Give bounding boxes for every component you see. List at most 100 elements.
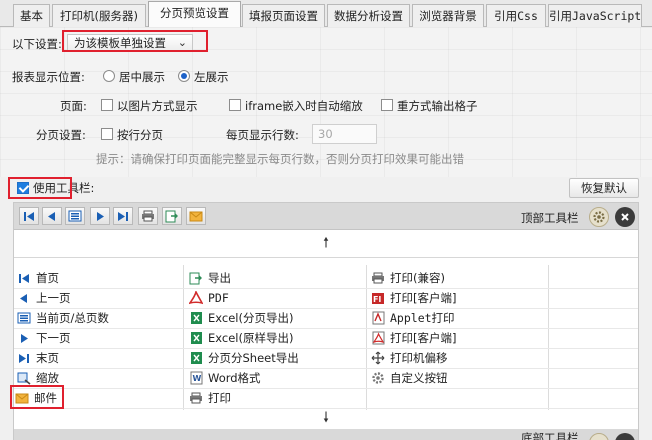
last-page-icon[interactable] (113, 207, 133, 225)
tab-printer-server[interactable]: 打印机(服务器) (52, 4, 146, 27)
svg-text:W: W (192, 374, 201, 383)
tab-reference-css[interactable]: 引用Css (486, 4, 546, 27)
checkbox-image-mode[interactable] (101, 99, 113, 111)
button-item-label: 打印[客户端] (390, 331, 457, 345)
rows-per-page-label: 每页显示行数: (226, 128, 299, 142)
button-item-label: 下一页 (36, 331, 71, 345)
close-icon[interactable] (615, 433, 635, 440)
gear-icon (370, 370, 386, 386)
button-item-print-compatible[interactable]: 打印(兼容) (370, 268, 445, 288)
highlight-email (10, 385, 64, 409)
button-item-label: PDF (208, 291, 229, 305)
button-item-print-client[interactable]: Fl 打印[客户端] (370, 288, 456, 308)
print-icon[interactable] (138, 207, 158, 225)
button-item-label: 打印(兼容) (390, 271, 445, 285)
button-item-word[interactable]: W Word格式 (188, 368, 261, 388)
top-toolbar-label: 顶部工具栏 (521, 211, 579, 225)
radio-left-label: 左展示 (194, 70, 229, 84)
button-item-label: 打印 (208, 391, 231, 405)
restore-default-button[interactable]: 恢复默认 (569, 178, 639, 198)
tab-data-analysis-settings[interactable]: 数据分析设置 (327, 4, 410, 27)
paging-label: 分页设置: (36, 128, 86, 142)
excel-icon (188, 330, 204, 346)
tab-reference-javascript[interactable]: 引用JavaScript (548, 4, 642, 27)
settings-gear-icon[interactable] (589, 433, 609, 440)
checkbox-page-by-row-label: 按行分页 (117, 128, 163, 142)
button-item-label: 打印[客户端] (390, 291, 457, 305)
button-item-page-count[interactable]: 当前页/总页数 (16, 308, 109, 328)
button-item-excel-original[interactable]: Excel(原样导出) (188, 328, 293, 348)
zoom-icon (16, 370, 32, 386)
grid-divider (14, 328, 638, 329)
radio-center-label: 居中展示 (119, 70, 165, 84)
checkbox-repeat-output[interactable] (381, 99, 393, 111)
checkbox-page-by-row[interactable] (101, 128, 113, 140)
button-item-label: Word格式 (208, 371, 261, 385)
button-item-label: Applet打印 (390, 311, 455, 325)
move-arrows-icon (370, 350, 386, 366)
move-up-arrow-icon[interactable]: 🠕 (14, 233, 638, 255)
excel-icon (188, 310, 204, 326)
next-page-icon[interactable] (90, 207, 110, 225)
grid-divider (14, 348, 638, 349)
button-item-print[interactable]: 打印 (188, 388, 231, 408)
rows-per-page-input[interactable]: 30 (312, 124, 377, 144)
button-item-custom[interactable]: 自定义按钮 (370, 368, 448, 388)
applet-print-icon (370, 310, 386, 326)
tab-bar: 基本 打印机(服务器) 分页预览设置 填报页面设置 数据分析设置 浏览器背景 引… (0, 0, 652, 28)
bottom-toolbar-label: 底部工具栏 (521, 431, 579, 440)
page-label: 页面: (60, 99, 87, 113)
button-item-previous-page[interactable]: 上一页 (16, 288, 71, 308)
button-item-label: 首页 (36, 271, 59, 285)
button-item-excel-paged[interactable]: Excel(分页导出) (188, 308, 293, 328)
report-position-label: 报表显示位置: (12, 70, 85, 84)
radio-center[interactable] (103, 70, 115, 82)
highlight-scope-select (62, 30, 208, 52)
button-item-applet-print[interactable]: Applet打印 (370, 308, 455, 328)
button-item-label: 自定义按钮 (390, 371, 448, 385)
button-item-excel-sheet[interactable]: 分页分Sheet导出 (188, 348, 299, 368)
export-icon (188, 270, 204, 286)
next-page-icon (16, 330, 32, 346)
move-down-arrow-icon[interactable]: 🠗 (14, 408, 638, 430)
close-icon[interactable] (615, 207, 635, 227)
checkbox-image-mode-label: 以图片方式显示 (117, 99, 198, 113)
settings-gear-icon[interactable] (589, 207, 609, 227)
grid-divider (14, 288, 638, 289)
email-icon[interactable] (186, 207, 206, 225)
grid-divider (14, 388, 638, 389)
previous-page-icon[interactable] (42, 207, 62, 225)
tab-page-preview-settings[interactable]: 分页预览设置 (148, 1, 241, 28)
button-item-label: 上一页 (36, 291, 71, 305)
button-item-export[interactable]: 导出 (188, 268, 231, 288)
page-count-icon[interactable] (65, 207, 85, 225)
button-item-label: 导出 (208, 271, 231, 285)
export-icon[interactable] (162, 207, 182, 225)
button-item-first-page[interactable]: 首页 (16, 268, 59, 288)
scope-label: 以下设置: (12, 37, 62, 51)
checkbox-repeat-output-label: 重方式输出格子 (397, 99, 478, 113)
tab-browser-background[interactable]: 浏览器背景 (412, 4, 484, 27)
bottom-toolbar-preview: 底部工具栏 (14, 429, 638, 440)
hint-text: 提示：请确保打印页面能完整显示每页行数，否则分页打印效果可能出错 (96, 152, 464, 166)
pdf-icon (188, 290, 204, 306)
tab-fill-page-settings[interactable]: 填报页面设置 (242, 4, 325, 27)
button-item-label: 末页 (36, 351, 59, 365)
divider (14, 257, 638, 258)
button-item-label: Excel(分页导出) (208, 311, 294, 325)
first-page-icon[interactable] (19, 207, 39, 225)
checkbox-iframe-autoscale[interactable] (229, 99, 241, 111)
button-item-printer-offset[interactable]: 打印机偏移 (370, 348, 448, 368)
first-page-icon (16, 270, 32, 286)
button-item-label: 缩放 (36, 371, 59, 385)
pdf-print-icon (370, 330, 386, 346)
radio-left[interactable] (178, 70, 190, 82)
grid-divider (14, 368, 638, 369)
button-item-pdf[interactable]: PDF (188, 288, 229, 308)
word-icon: W (188, 370, 204, 386)
button-item-last-page[interactable]: 末页 (16, 348, 59, 368)
button-item-next-page[interactable]: 下一页 (16, 328, 71, 348)
tab-basic[interactable]: 基本 (13, 4, 50, 27)
print-icon (188, 390, 204, 406)
button-item-print-client-2[interactable]: 打印[客户端] (370, 328, 456, 348)
